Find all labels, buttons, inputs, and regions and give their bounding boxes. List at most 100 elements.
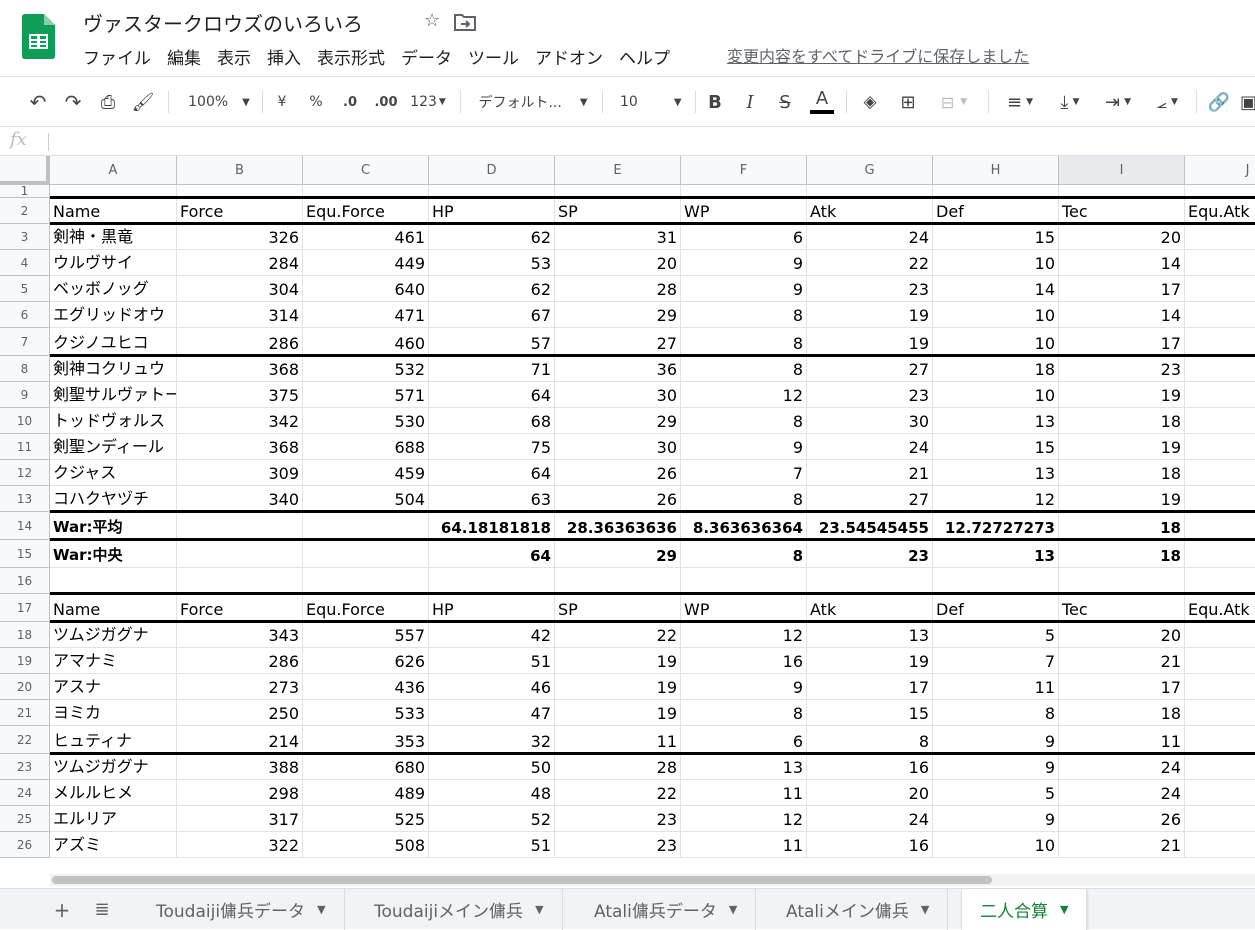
cell[interactable]: 9 (933, 806, 1059, 832)
cell[interactable]: 19 (555, 674, 681, 700)
row-header[interactable]: 12 (0, 460, 50, 486)
cell[interactable]: 353 (303, 726, 429, 754)
cell[interactable] (1185, 382, 1255, 408)
cell[interactable]: 23 (807, 382, 933, 408)
select-all-corner[interactable] (0, 156, 50, 185)
cell[interactable]: 75 (429, 434, 555, 460)
cell[interactable]: 368 (177, 356, 303, 382)
cell[interactable]: 21 (1059, 648, 1185, 674)
cell[interactable]: Def (933, 198, 1059, 224)
cell[interactable]: 63 (429, 486, 555, 512)
cell[interactable]: 504 (303, 486, 429, 512)
menu-tools[interactable]: ツール (468, 44, 519, 69)
cell[interactable]: 18 (1059, 700, 1185, 726)
cell[interactable] (1185, 806, 1255, 832)
cell[interactable]: 375 (177, 382, 303, 408)
menu-addons[interactable]: アドオン (535, 44, 603, 69)
cell[interactable]: 461 (303, 224, 429, 250)
cell[interactable]: 326 (177, 224, 303, 250)
cell[interactable]: Name (50, 594, 177, 622)
insert-comment-icon[interactable]: ▣ (1240, 77, 1255, 127)
cell[interactable]: メルルヒメ (50, 780, 177, 806)
cell[interactable]: 284 (177, 250, 303, 276)
cell[interactable] (1185, 224, 1255, 250)
menu-data[interactable]: データ (401, 44, 452, 69)
paint-format-icon[interactable]: 🖌 (131, 77, 155, 127)
cell[interactable]: 24 (807, 434, 933, 460)
cell[interactable]: 68 (429, 408, 555, 434)
cell[interactable]: 14 (1059, 302, 1185, 328)
cell[interactable] (1185, 726, 1255, 754)
cell[interactable]: 23 (555, 832, 681, 858)
print-icon[interactable]: ⎙ (96, 77, 120, 127)
cell[interactable]: 9 (681, 434, 807, 460)
cell[interactable]: 9 (681, 250, 807, 276)
currency-button[interactable]: ¥ (272, 77, 292, 127)
cell[interactable] (1185, 250, 1255, 276)
cell[interactable]: War:平均 (50, 512, 177, 540)
cell[interactable]: 250 (177, 700, 303, 726)
cell[interactable]: 20 (807, 780, 933, 806)
cell[interactable]: Name (50, 198, 177, 224)
cell[interactable]: 18 (1059, 408, 1185, 434)
cell[interactable]: 471 (303, 302, 429, 328)
chevron-down-icon[interactable]: ▼ (317, 903, 325, 916)
cell[interactable]: 22 (807, 250, 933, 276)
cell[interactable]: 19 (807, 328, 933, 356)
cell[interactable]: 13 (933, 408, 1059, 434)
cell[interactable]: 9 (933, 754, 1059, 780)
cell[interactable]: 14 (933, 276, 1059, 302)
cell[interactable]: 460 (303, 328, 429, 356)
cell[interactable]: 6 (681, 726, 807, 754)
cell[interactable]: 626 (303, 648, 429, 674)
cell[interactable]: WP (681, 198, 807, 224)
cell[interactable]: 5 (933, 780, 1059, 806)
cell[interactable] (177, 540, 303, 568)
cell[interactable]: 47 (429, 700, 555, 726)
column-header-h[interactable]: H (933, 156, 1059, 185)
cell[interactable]: ヒュティナ (50, 726, 177, 754)
formula-input[interactable] (56, 127, 1246, 155)
cell[interactable]: 16 (807, 754, 933, 780)
cell[interactable]: 13 (807, 622, 933, 648)
column-header-b[interactable]: B (177, 156, 303, 185)
sheet-tab[interactable]: Atali傭兵データ ▼ (576, 889, 757, 930)
cell[interactable]: 17 (807, 674, 933, 700)
row-header[interactable]: 7 (0, 328, 50, 356)
cell[interactable] (1185, 754, 1255, 780)
cell[interactable]: 530 (303, 408, 429, 434)
cell[interactable]: 11 (555, 726, 681, 754)
cell[interactable] (1185, 622, 1255, 648)
cell[interactable]: 17 (1059, 674, 1185, 700)
cell[interactable]: 8 (681, 540, 807, 568)
column-header-c[interactable]: C (303, 156, 429, 185)
save-status-link[interactable]: 変更内容をすべてドライブに保存しました (727, 43, 1029, 67)
merge-cells-icon[interactable]: ⊟ ▼ (932, 77, 976, 127)
percent-button[interactable]: % (306, 77, 326, 127)
cell[interactable]: 388 (177, 754, 303, 780)
vertical-align-icon[interactable]: ⤓ ▼ (1050, 77, 1090, 127)
cell[interactable] (50, 568, 177, 594)
row-header[interactable]: 13 (0, 486, 50, 512)
cell[interactable]: 449 (303, 250, 429, 276)
cell[interactable] (1185, 276, 1255, 302)
cell[interactable]: 51 (429, 648, 555, 674)
cell[interactable]: 51 (429, 832, 555, 858)
cell[interactable]: エグリッドオウ (50, 302, 177, 328)
cell[interactable]: 19 (555, 648, 681, 674)
cell[interactable]: 688 (303, 434, 429, 460)
cell[interactable]: 30 (555, 382, 681, 408)
cell[interactable]: 24 (1059, 754, 1185, 780)
cell[interactable]: ツムジガグナ (50, 622, 177, 648)
cell[interactable] (303, 540, 429, 568)
cell[interactable] (1185, 568, 1255, 594)
cell[interactable]: 27 (807, 486, 933, 512)
cell[interactable]: Def (933, 594, 1059, 622)
cell[interactable]: 20 (555, 250, 681, 276)
cell[interactable]: 48 (429, 780, 555, 806)
cell[interactable]: 28 (555, 754, 681, 780)
cell[interactable]: 10 (933, 250, 1059, 276)
cell[interactable]: 298 (177, 780, 303, 806)
cell[interactable]: クジャス (50, 460, 177, 486)
column-header-a[interactable]: A (50, 156, 177, 185)
